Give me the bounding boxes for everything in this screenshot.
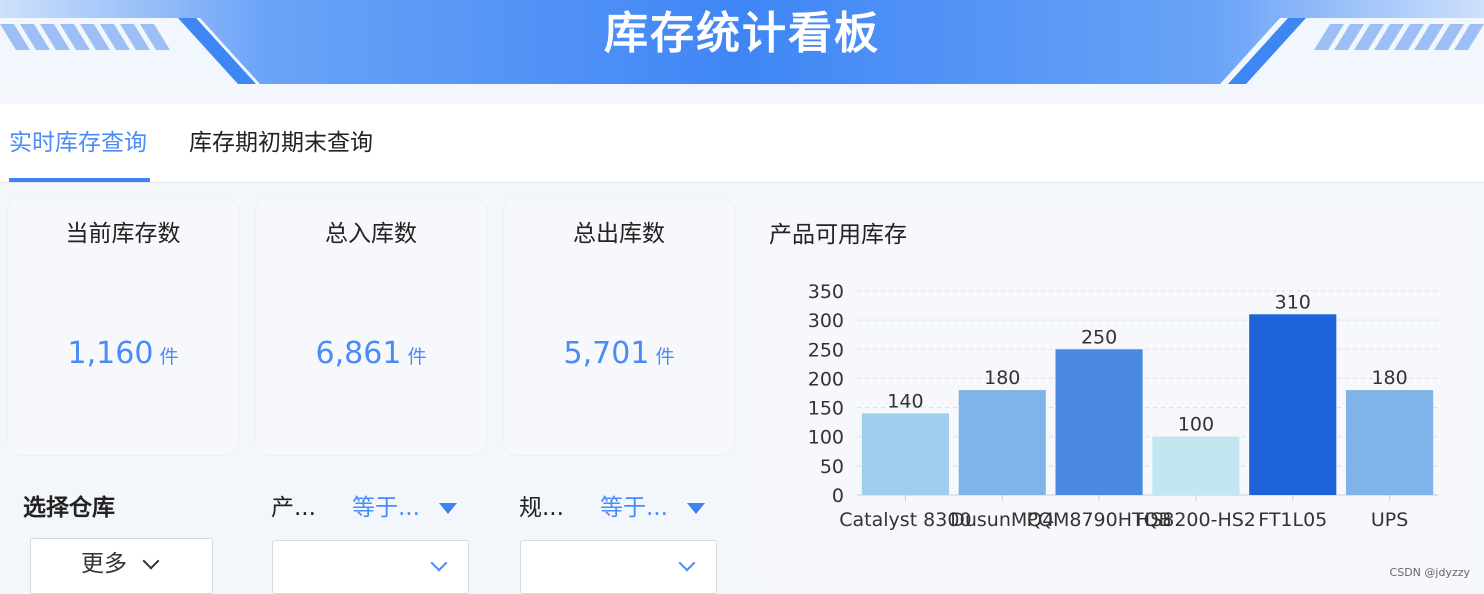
bar xyxy=(1249,314,1337,495)
stat-unit: 件 xyxy=(655,346,675,368)
y-tick-label: 50 xyxy=(820,456,844,478)
data-label: 100 xyxy=(1178,414,1214,436)
stat-value: 6,861 件 xyxy=(256,337,486,375)
chevron-down-icon xyxy=(678,554,696,572)
tab-realtime-inventory[interactable]: 实时库存查询 xyxy=(9,128,147,158)
spec-filter-label: 规... xyxy=(519,495,564,521)
stat-number: 6,861 xyxy=(315,336,402,371)
data-label: 250 xyxy=(1081,326,1117,348)
active-tab-indicator xyxy=(9,178,150,182)
y-tick-label: 0 xyxy=(832,485,844,507)
bar-chart: 050100150200250300350140Catalyst 8300180… xyxy=(808,281,1438,531)
warehouse-select-value: 更多 xyxy=(81,551,127,577)
tab-bar: 实时库存查询 库存期初期末查询 xyxy=(0,104,1484,183)
data-label: 310 xyxy=(1275,291,1311,313)
stat-title: 总入库数 xyxy=(325,221,417,247)
watermark: CSDN @jdyzzy xyxy=(1389,566,1470,579)
y-tick-label: 250 xyxy=(808,339,844,361)
y-tick-label: 350 xyxy=(808,281,844,303)
data-label: 140 xyxy=(887,390,923,412)
caret-down-icon[interactable] xyxy=(439,503,457,514)
bar xyxy=(958,390,1046,495)
product-operator-dropdown[interactable]: 等于... xyxy=(352,493,420,523)
stat-number: 5,701 xyxy=(563,336,650,371)
product-filter-label: 产... xyxy=(271,495,316,521)
spec-select[interactable] xyxy=(520,540,717,594)
x-tick-label: FT1L05 xyxy=(1258,509,1327,531)
x-tick-label: UPS xyxy=(1371,509,1408,531)
chevron-down-icon xyxy=(142,552,160,570)
stat-number: 1,160 xyxy=(67,336,154,371)
x-tick-label: HS8200-HS2 xyxy=(1136,509,1256,531)
chevron-down-icon xyxy=(430,554,448,572)
spec-operator-dropdown[interactable]: 等于... xyxy=(600,493,668,523)
stat-card-total-inbound: 总入库数 6,861 件 xyxy=(255,198,487,456)
caret-down-icon[interactable] xyxy=(687,503,705,514)
stat-title: 当前库存数 xyxy=(65,221,181,247)
y-tick-label: 200 xyxy=(808,368,844,390)
y-tick-label: 300 xyxy=(808,310,844,332)
data-label: 180 xyxy=(984,367,1020,389)
y-tick-label: 100 xyxy=(808,427,844,449)
warehouse-filter-label: 选择仓库 xyxy=(23,495,115,521)
stat-value: 1,160 件 xyxy=(8,337,238,375)
product-select[interactable] xyxy=(272,540,469,594)
header-banner: 库存统计看板 xyxy=(0,0,1484,86)
bar xyxy=(1152,436,1240,495)
y-tick-label: 150 xyxy=(808,398,844,420)
bar xyxy=(1346,390,1434,495)
warehouse-select[interactable]: 更多 xyxy=(30,538,213,594)
stat-value: 5,701 件 xyxy=(504,337,734,375)
bar xyxy=(1055,349,1143,495)
chart-panel: 产品可用库存 0 50 100 150 200 250 300 350 140 Catalyst … xyxy=(753,198,1481,590)
stat-unit: 件 xyxy=(159,346,179,368)
stat-card-total-outbound: 总出库数 5,701 件 xyxy=(503,198,735,456)
bar xyxy=(861,413,949,495)
tab-period-inventory[interactable]: 库存期初期末查询 xyxy=(189,128,373,158)
page-title: 库存统计看板 xyxy=(604,8,880,59)
stat-card-current-stock: 当前库存数 1,160 件 xyxy=(7,198,239,456)
data-label: 180 xyxy=(1371,367,1407,389)
stat-title: 总出库数 xyxy=(573,221,665,247)
stat-unit: 件 xyxy=(407,346,427,368)
